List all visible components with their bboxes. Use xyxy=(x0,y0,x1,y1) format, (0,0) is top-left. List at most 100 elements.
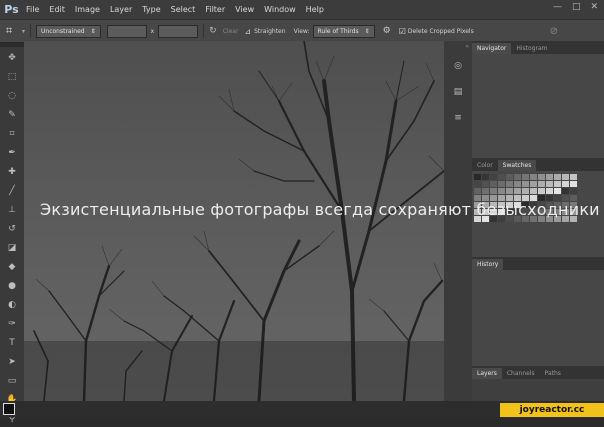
path-selection-tool-icon[interactable]: ➤ xyxy=(4,354,20,370)
tool-preset-arrow-icon[interactable]: ▾ xyxy=(22,28,25,35)
straighten-icon[interactable]: ⊿ xyxy=(244,27,251,36)
color-swatch[interactable] xyxy=(562,181,569,187)
color-swatch[interactable] xyxy=(474,174,481,180)
crop-tool-icon[interactable]: ⌗ xyxy=(4,126,20,142)
color-swatch[interactable] xyxy=(546,181,553,187)
tab-paths[interactable]: Paths xyxy=(540,368,566,379)
color-swatch[interactable] xyxy=(530,174,537,180)
color-swatch[interactable] xyxy=(498,188,505,194)
color-swatch[interactable] xyxy=(554,181,561,187)
lasso-tool-icon[interactable]: ◌ xyxy=(4,88,20,104)
color-swatch[interactable] xyxy=(538,181,545,187)
layers-tabs: Layers Channels Paths xyxy=(472,366,604,379)
tab-swatches[interactable]: Swatches xyxy=(497,160,537,171)
document-canvas[interactable] xyxy=(24,41,444,401)
color-swatch[interactable] xyxy=(546,188,553,194)
clone-stamp-tool-icon[interactable]: ⊥ xyxy=(4,202,20,218)
color-swatch[interactable] xyxy=(522,181,529,187)
color-swatch[interactable] xyxy=(562,174,569,180)
close-button[interactable]: ✕ xyxy=(590,2,598,12)
menu-file[interactable]: File xyxy=(26,5,39,14)
marquee-tool-icon[interactable]: ⬚ xyxy=(4,69,20,85)
crop-width-input[interactable] xyxy=(106,24,147,38)
menu-image[interactable]: Image xyxy=(75,5,100,14)
tab-color[interactable]: Color xyxy=(472,160,498,171)
color-swatch[interactable] xyxy=(570,188,577,194)
tab-layers[interactable]: Layers xyxy=(472,368,502,379)
navigator-panel-icon[interactable]: ◎ xyxy=(450,58,466,74)
color-swatch[interactable] xyxy=(538,188,545,194)
color-swatch[interactable] xyxy=(530,181,537,187)
straighten-label[interactable]: Straighten xyxy=(254,28,285,35)
color-swatch[interactable] xyxy=(554,188,561,194)
maximize-button[interactable]: □ xyxy=(572,2,581,12)
color-swatch[interactable] xyxy=(570,181,577,187)
color-swatch[interactable] xyxy=(498,174,505,180)
cancel-icon[interactable]: ⊘ xyxy=(550,26,558,37)
color-swatch[interactable] xyxy=(490,188,497,194)
color-swatch[interactable] xyxy=(490,181,497,187)
menu-type[interactable]: Type xyxy=(142,5,160,14)
foreground-color-swatch[interactable] xyxy=(3,403,15,415)
history-brush-tool-icon[interactable]: ↺ xyxy=(4,221,20,237)
color-swatch[interactable] xyxy=(514,174,521,180)
color-swatch[interactable] xyxy=(530,188,537,194)
select-arrow-icon: ⇕ xyxy=(364,27,370,35)
type-tool-icon[interactable]: T xyxy=(4,335,20,351)
minimize-button[interactable]: — xyxy=(553,2,562,12)
color-swatch[interactable] xyxy=(482,174,489,180)
delete-cropped-checkbox[interactable]: ☑ xyxy=(399,27,406,36)
blur-tool-icon[interactable]: ● xyxy=(4,278,20,294)
menu-edit[interactable]: Edit xyxy=(49,5,65,14)
color-swatch[interactable] xyxy=(498,181,505,187)
menu-layer[interactable]: Layer xyxy=(110,5,132,14)
color-swatch[interactable] xyxy=(514,181,521,187)
rotate-icon[interactable]: ↻ xyxy=(209,26,217,36)
color-swatch[interactable] xyxy=(554,174,561,180)
color-swatch[interactable] xyxy=(506,188,513,194)
collapse-arrows-icon[interactable]: « xyxy=(444,41,472,52)
dodge-tool-icon[interactable]: ◐ xyxy=(4,297,20,313)
histogram-panel-icon[interactable]: ▤ xyxy=(450,84,466,100)
tab-navigator[interactable]: Navigator xyxy=(472,43,512,54)
color-swatch[interactable] xyxy=(522,188,529,194)
adjustments-panel-icon[interactable]: ≡ xyxy=(450,110,466,126)
crop-height-input[interactable] xyxy=(158,24,199,38)
color-swatch[interactable] xyxy=(474,188,481,194)
color-swatch[interactable] xyxy=(514,188,521,194)
color-swatch[interactable] xyxy=(562,188,569,194)
menu-help[interactable]: Help xyxy=(306,5,324,14)
color-swatch[interactable] xyxy=(538,174,545,180)
color-swatch[interactable] xyxy=(506,181,513,187)
crop-tool-icon[interactable]: ⌗ xyxy=(6,24,20,38)
healing-brush-tool-icon[interactable]: ✚ xyxy=(4,164,20,180)
view-overlay-select[interactable]: Rule of Thirds ⇕ xyxy=(312,24,375,38)
color-swatch[interactable] xyxy=(482,181,489,187)
pen-tool-icon[interactable]: ✑ xyxy=(4,316,20,332)
color-swatch[interactable] xyxy=(506,174,513,180)
clear-button[interactable]: Clear xyxy=(223,28,239,35)
paint-bucket-tool-icon[interactable]: ◆ xyxy=(4,259,20,275)
color-swatch[interactable] xyxy=(546,174,553,180)
eraser-tool-icon[interactable]: ◪ xyxy=(4,240,20,256)
menu-view[interactable]: View xyxy=(235,5,254,14)
color-swatch[interactable] xyxy=(570,174,577,180)
color-swatch[interactable] xyxy=(474,181,481,187)
gear-icon[interactable]: ⚙ xyxy=(383,26,391,36)
ratio-preset-select[interactable]: Unconstrained ⇕ xyxy=(36,24,101,38)
color-swatch[interactable] xyxy=(522,174,529,180)
eyedropper-tool-icon[interactable]: ✒ xyxy=(4,145,20,161)
shape-tool-icon[interactable]: ▭ xyxy=(4,373,20,389)
move-tool-icon[interactable]: ✥ xyxy=(4,50,20,66)
color-swatch[interactable] xyxy=(490,174,497,180)
color-swatch[interactable] xyxy=(482,188,489,194)
tab-history[interactable]: History xyxy=(472,259,504,270)
quick-select-tool-icon[interactable]: ✎ xyxy=(4,107,20,123)
tab-channels[interactable]: Channels xyxy=(502,368,540,379)
brush-tool-icon[interactable]: ╱ xyxy=(4,183,20,199)
menu-filter[interactable]: Filter xyxy=(205,5,225,14)
tab-histogram[interactable]: Histogram xyxy=(511,43,552,54)
menu-select[interactable]: Select xyxy=(171,5,196,14)
swap-dimensions-symbol[interactable]: x xyxy=(151,28,155,35)
menu-window[interactable]: Window xyxy=(264,5,296,14)
